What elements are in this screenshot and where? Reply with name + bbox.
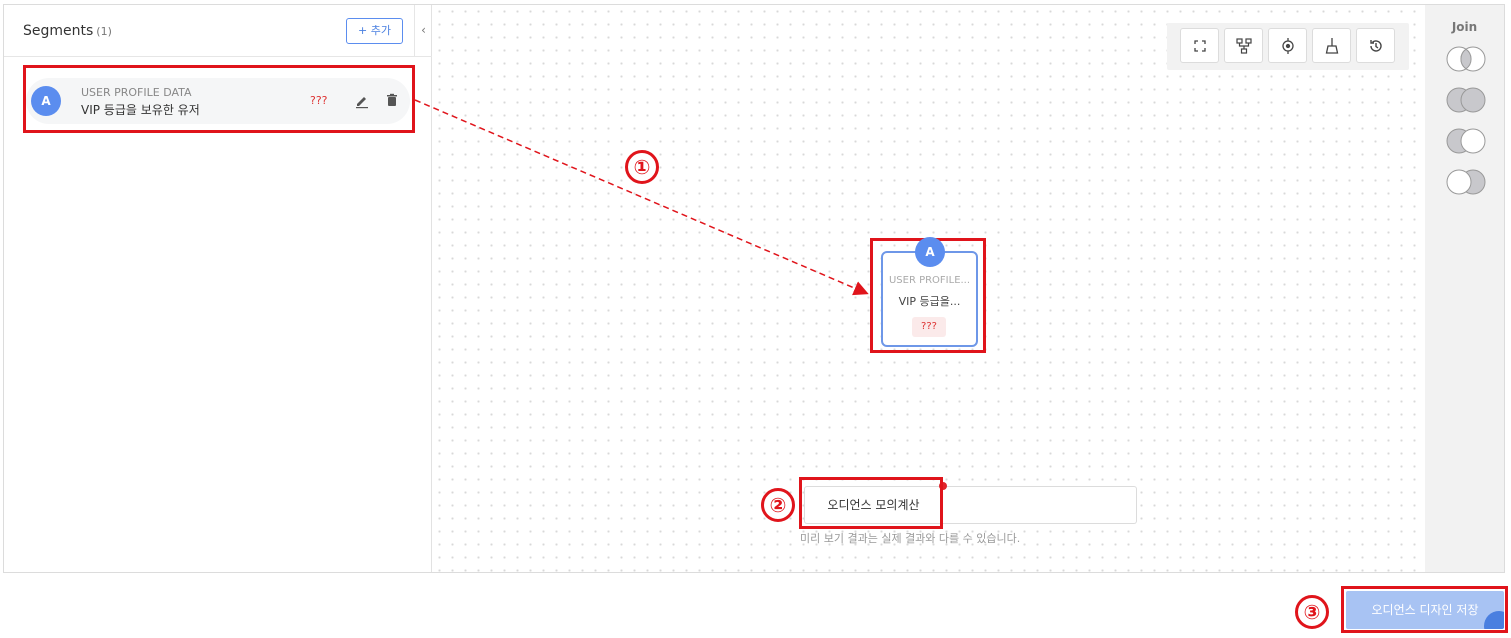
collapse-sidebar-button[interactable]: ‹ <box>414 5 432 57</box>
simulation-note: 미리 보기 결과는 실제 결과와 다를 수 있습니다. <box>800 532 1021 545</box>
highlight-segment-item <box>23 65 415 133</box>
highlight-save-button <box>1341 586 1508 633</box>
add-segment-button[interactable]: + 추가 <box>346 18 403 44</box>
union-icon[interactable] <box>1444 86 1488 114</box>
node-avatar: A <box>915 237 945 267</box>
segment-count: (1) <box>96 25 112 38</box>
right-difference-icon[interactable] <box>1444 168 1488 196</box>
center-target-icon[interactable] <box>1268 28 1307 63</box>
simulation-result-field <box>943 486 1137 524</box>
join-title: Join <box>1451 20 1478 34</box>
tree-layout-icon[interactable] <box>1224 28 1263 63</box>
intersection-icon[interactable] <box>1444 45 1488 73</box>
sidebar-title-text: Segments <box>23 23 94 39</box>
highlight-simulation-button <box>799 477 943 529</box>
callout-2: ② <box>761 488 795 522</box>
sidebar-title: Segments (1) <box>23 23 112 39</box>
sidebar-header: Segments (1) + 추가 <box>4 5 414 57</box>
canvas-toolbar <box>1167 23 1409 70</box>
cleanup-icon[interactable] <box>1312 28 1351 63</box>
left-difference-icon[interactable] <box>1444 127 1488 155</box>
join-panel: Join <box>1425 5 1504 572</box>
fullscreen-icon[interactable] <box>1180 28 1219 63</box>
callout-1: ① <box>625 150 659 184</box>
callout-3: ③ <box>1295 595 1329 629</box>
history-icon[interactable] <box>1356 28 1395 63</box>
